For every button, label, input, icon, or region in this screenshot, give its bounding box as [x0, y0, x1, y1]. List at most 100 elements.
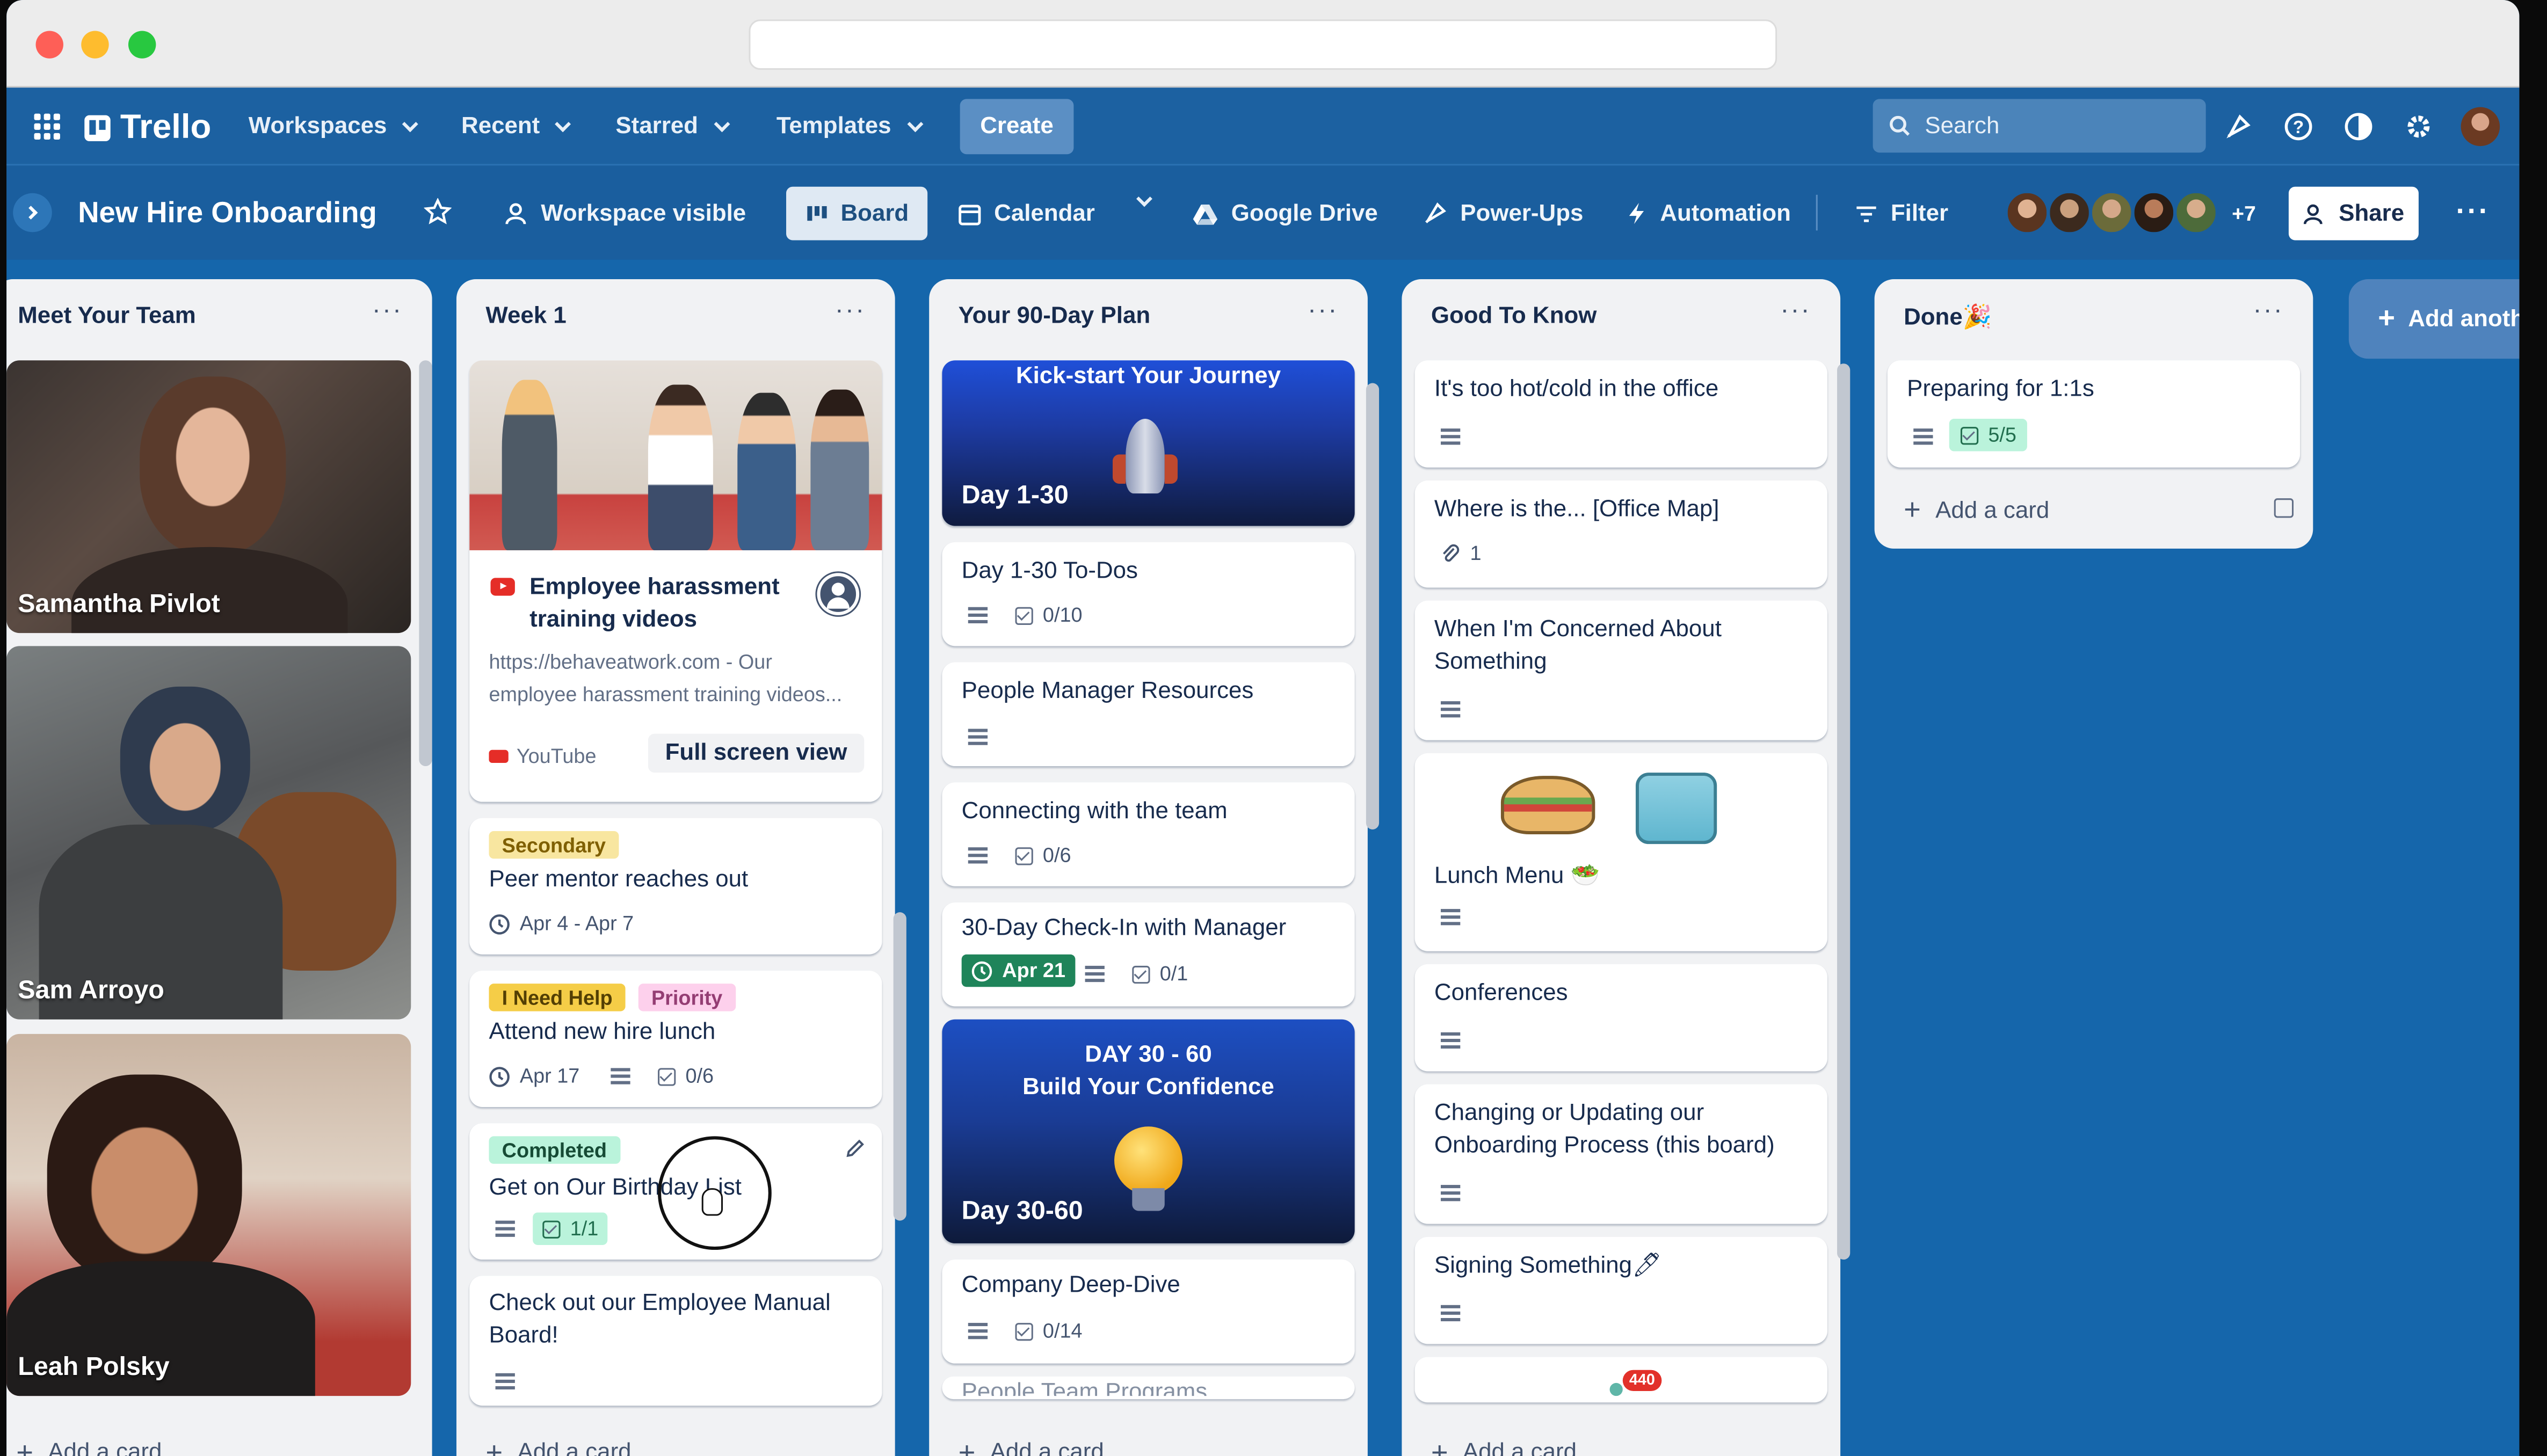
- card-connecting-with-team[interactable]: Connecting with the team 0/6: [942, 782, 1355, 886]
- list-scrollbar[interactable]: [1837, 363, 1851, 1260]
- starred-menu[interactable]: Starred: [615, 114, 730, 140]
- recent-menu[interactable]: Recent: [461, 114, 572, 140]
- card-title: Changing or Updating our Onboarding Proc…: [1434, 1100, 1775, 1159]
- team-photo-card[interactable]: Leah Polsky: [6, 1033, 411, 1396]
- member-avatar[interactable]: [2047, 190, 2092, 236]
- add-another-list-button[interactable]: + Add anoth: [2348, 279, 2520, 359]
- card-partial[interactable]: 440: [1414, 1357, 1827, 1403]
- label-secondary[interactable]: Secondary: [489, 831, 619, 859]
- due-date-badge[interactable]: Apr 4 - Apr 7: [489, 912, 634, 935]
- card-new-hire-lunch[interactable]: I Need Help Priority Attend new hire lun…: [469, 970, 882, 1107]
- card-concerned[interactable]: When I'm Concerned About Something: [1414, 600, 1827, 740]
- card-day-1-30-todos[interactable]: Day 1-30 To-Dos 0/10: [942, 542, 1355, 646]
- member-avatar[interactable]: [2088, 190, 2135, 236]
- card-peer-mentor[interactable]: Secondary Peer mentor reaches out Apr 4 …: [469, 818, 882, 955]
- more-options-icon[interactable]: ···: [2456, 195, 2490, 229]
- plus-icon: +: [1904, 493, 1921, 526]
- card-company-deep-dive[interactable]: Company Deep-Dive 0/14: [942, 1260, 1355, 1364]
- address-bar[interactable]: [749, 19, 1777, 70]
- card-signing-something[interactable]: Signing Something🖊: [1414, 1236, 1827, 1344]
- card-onboarding-process[interactable]: Changing or Updating our Onboarding Proc…: [1414, 1084, 1827, 1224]
- card-lunch-menu[interactable]: Lunch Menu 🥗: [1414, 753, 1827, 951]
- visibility-button[interactable]: Workspace visible: [494, 187, 756, 241]
- list-menu-icon[interactable]: ···: [372, 297, 403, 326]
- settings-gear-icon[interactable]: [2401, 109, 2437, 145]
- card-template-icon[interactable]: [2274, 498, 2294, 518]
- add-card-button[interactable]: + Add a card: [16, 1425, 162, 1456]
- label-completed[interactable]: Completed: [489, 1136, 620, 1164]
- member-avatar[interactable]: [2131, 190, 2177, 236]
- star-board-icon[interactable]: [423, 198, 452, 234]
- filter-button[interactable]: Filter: [1845, 187, 1958, 241]
- automation-button[interactable]: Automation: [1616, 187, 1801, 241]
- account-avatar[interactable]: [2461, 107, 2500, 147]
- card-conferences[interactable]: Conferences: [1414, 964, 1827, 1072]
- templates-menu[interactable]: Templates: [777, 114, 923, 140]
- card-people-team-programs[interactable]: People Team Programs: [942, 1376, 1355, 1400]
- member-count-badge[interactable]: +7: [2232, 201, 2256, 225]
- card-30-day-check-in[interactable]: 30-Day Check-In with Manager Apr 21 0/1: [942, 902, 1355, 1007]
- workspaces-menu[interactable]: Workspaces: [249, 114, 419, 140]
- card-employee-manual[interactable]: Check out our Employee Manual Board!: [469, 1276, 882, 1406]
- add-card-button[interactable]: + Add a card: [959, 1425, 1104, 1456]
- cover-card-day-1-30[interactable]: Kick-start Your Journey Day 1-30: [942, 360, 1355, 526]
- member-avatar-icon[interactable]: [817, 573, 860, 615]
- edit-card-pencil-icon[interactable]: [845, 1138, 866, 1167]
- card-office-map[interactable]: Where is the... [Office Map] 1: [1414, 480, 1827, 588]
- add-card-button[interactable]: + Add a card: [1904, 493, 2049, 527]
- minimize-window-button[interactable]: [81, 31, 109, 59]
- list-menu-icon[interactable]: ···: [835, 297, 866, 326]
- list-title[interactable]: Week 1: [485, 303, 566, 329]
- person-name: Sam Arroyo: [18, 977, 164, 1005]
- label-priority[interactable]: Priority: [638, 984, 736, 1011]
- list-title[interactable]: Good To Know: [1431, 303, 1597, 329]
- chevron-down-icon: [906, 115, 923, 132]
- team-photo-card[interactable]: Samantha Pivlot: [6, 360, 411, 634]
- add-card-button[interactable]: + Add a card: [1431, 1425, 1577, 1456]
- add-card-button[interactable]: + Add a card: [485, 1425, 631, 1456]
- video-link-card[interactable]: Employee harassment training videos http…: [469, 360, 882, 802]
- view-board-tab[interactable]: Board: [786, 186, 928, 241]
- list-menu-icon[interactable]: ···: [2253, 297, 2283, 326]
- board-title[interactable]: New Hire Onboarding: [78, 196, 377, 230]
- close-window-button[interactable]: [35, 31, 63, 59]
- list-scrollbar[interactable]: [419, 360, 432, 767]
- list-scrollbar[interactable]: [893, 912, 906, 1221]
- list-title[interactable]: Done🎉: [1904, 303, 1992, 331]
- view-calendar-tab[interactable]: Calendar: [948, 187, 1105, 241]
- whats-new-icon[interactable]: [2221, 109, 2256, 145]
- due-date-badge[interactable]: Apr 17: [489, 1065, 579, 1088]
- card-hot-cold[interactable]: It's too hot/cold in the office: [1414, 360, 1827, 468]
- cover-card-day-30-60[interactable]: DAY 30 - 60 Build Your Confidence Day 30…: [942, 1019, 1355, 1243]
- description-icon: [968, 1323, 988, 1339]
- full-screen-view-button[interactable]: Full screen view: [648, 733, 865, 773]
- list-title[interactable]: Your 90-Day Plan: [959, 303, 1151, 329]
- search-input[interactable]: Search: [1873, 99, 2206, 153]
- card-people-manager-resources[interactable]: People Manager Resources: [942, 662, 1355, 767]
- board-members[interactable]: [2004, 190, 2219, 239]
- list-scrollbar[interactable]: [1366, 383, 1380, 829]
- share-button[interactable]: Share: [2288, 186, 2419, 241]
- browser-window: Trello Workspaces Recent Starred Templat…: [6, 0, 2520, 1456]
- theme-icon[interactable]: [2341, 109, 2377, 145]
- list-menu-icon[interactable]: ···: [1780, 297, 1811, 326]
- create-button[interactable]: Create: [960, 99, 1074, 155]
- list-title[interactable]: Meet Your Team: [18, 303, 195, 329]
- more-views-chevron-icon[interactable]: [1132, 191, 1152, 207]
- expand-sidebar-button[interactable]: [13, 193, 52, 232]
- maximize-window-button[interactable]: [128, 31, 156, 59]
- due-date-badge[interactable]: Apr 21: [961, 954, 1076, 987]
- member-avatar[interactable]: [2004, 190, 2050, 236]
- list-menu-icon[interactable]: ···: [1308, 297, 1338, 326]
- member-avatar[interactable]: [2173, 190, 2219, 236]
- description-icon: [611, 1068, 630, 1084]
- app-switcher-icon[interactable]: [34, 113, 60, 140]
- power-ups-button[interactable]: Power-Ups: [1413, 187, 1593, 241]
- card-preparing-1-1s[interactable]: Preparing for 1:1s 5/5: [1887, 360, 2301, 468]
- google-drive-powerup[interactable]: Google Drive: [1182, 187, 1388, 241]
- filter-icon: [1856, 206, 1876, 222]
- help-icon[interactable]: ?: [2281, 109, 2317, 145]
- team-photo-card[interactable]: Sam Arroyo: [6, 646, 411, 1020]
- label-i-need-help[interactable]: I Need Help: [489, 984, 626, 1011]
- trello-logo[interactable]: Trello: [84, 109, 211, 148]
